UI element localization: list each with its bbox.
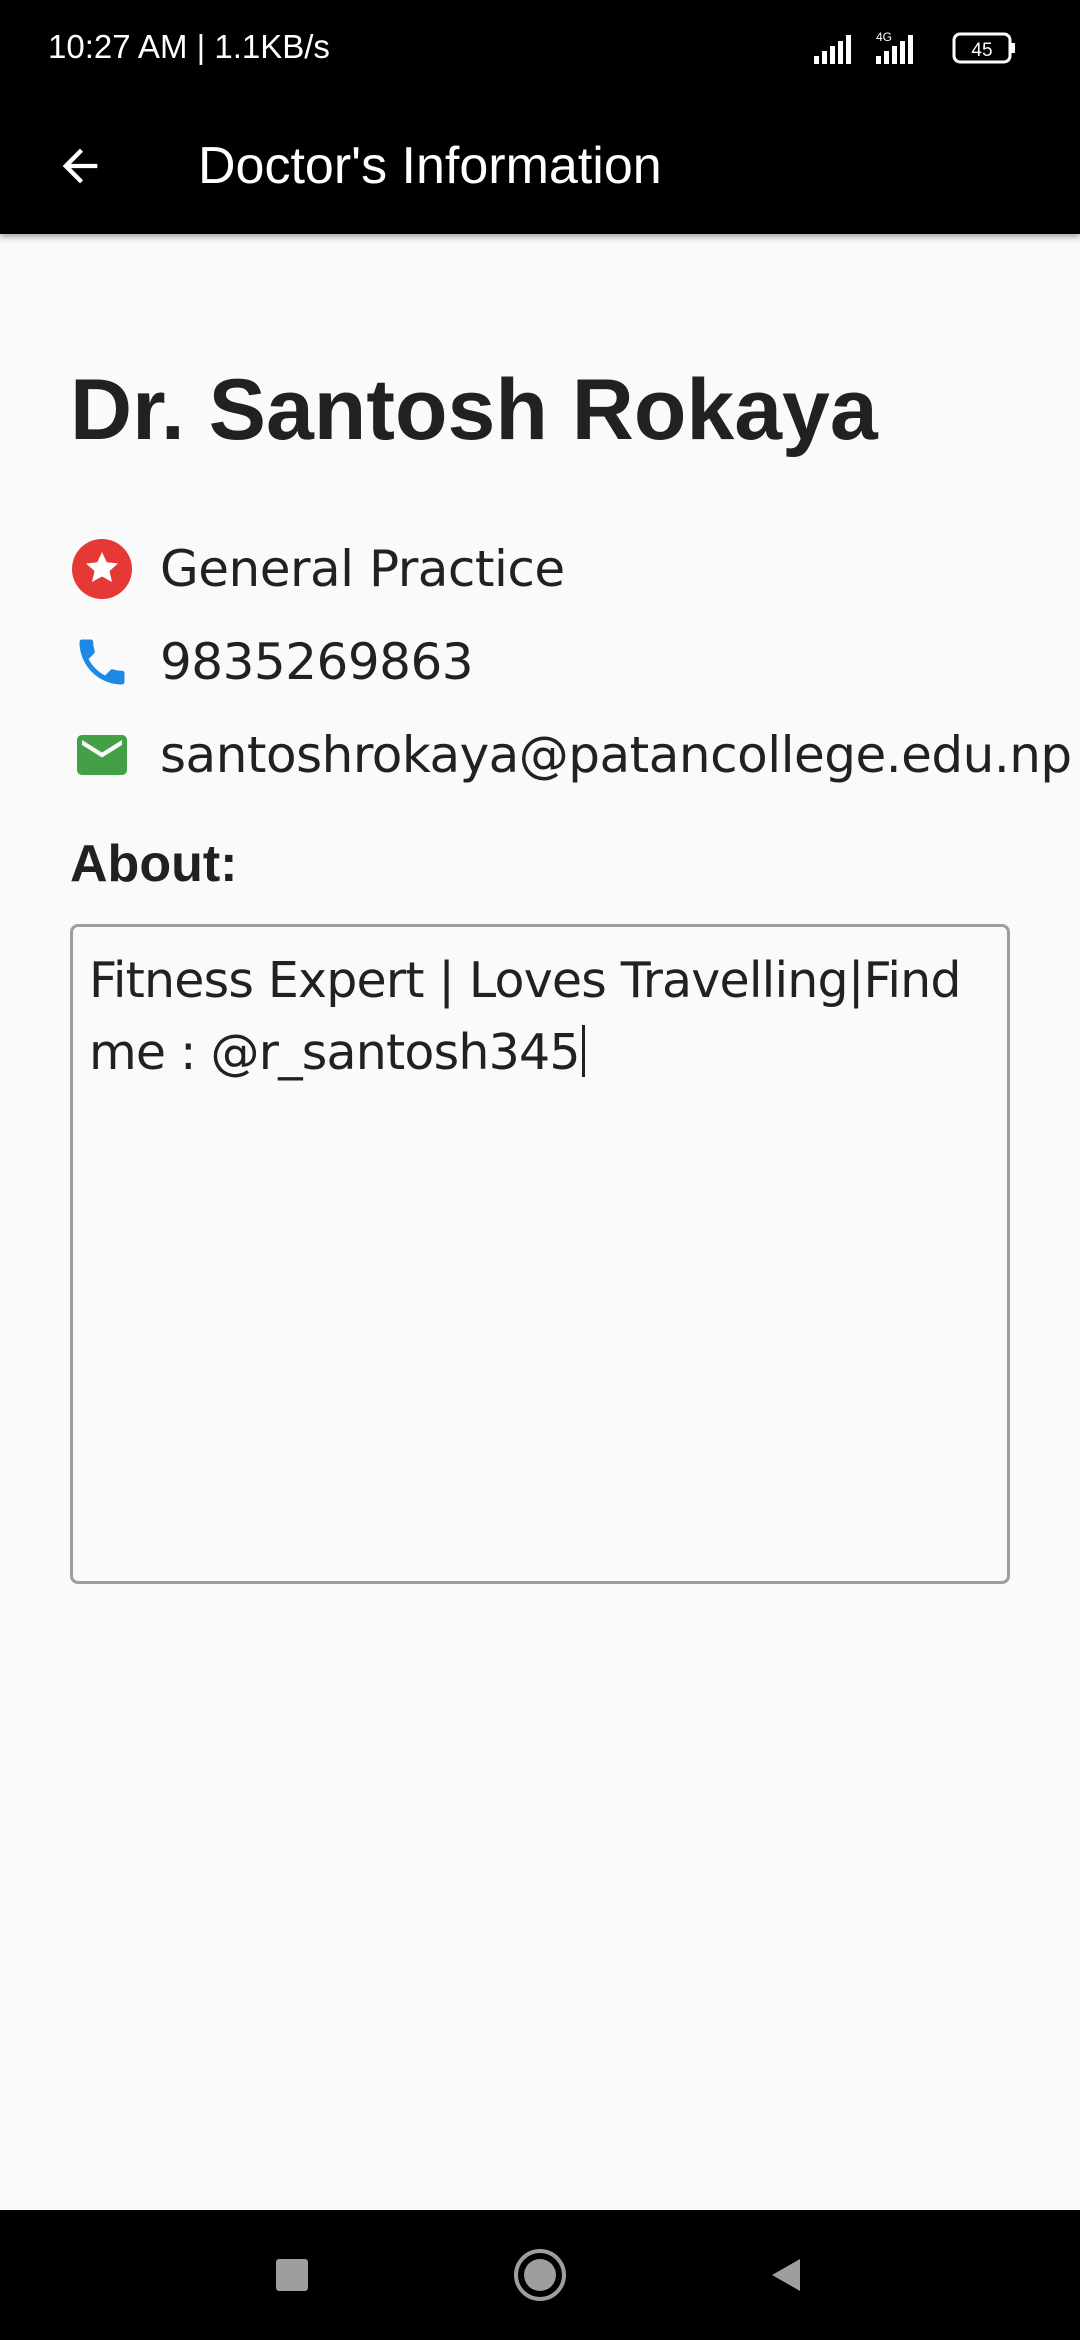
about-textarea[interactable]: Fitness Expert | Loves Travelling|Find m…	[70, 924, 1010, 1584]
specialty-row: General Practice	[70, 534, 565, 604]
signal-battery-icon: 4G 45	[814, 30, 1015, 64]
about-text: Fitness Expert | Loves Travelling|Find m…	[89, 952, 976, 1081]
phone-text[interactable]: 9835269863	[160, 633, 474, 691]
battery-level: 45	[971, 40, 992, 61]
arrow-left-icon	[62, 148, 98, 184]
app-bar: Doctor's Information	[0, 100, 1080, 234]
status-time: 10:27 AM | 1.1KB/s	[48, 28, 330, 65]
home-button[interactable]	[510, 2245, 570, 2305]
doctor-name: Dr. Santosh Rokaya	[70, 362, 878, 458]
status-icons: 4G 45	[814, 30, 1024, 70]
specialty-text: General Practice	[160, 540, 565, 598]
network-type-label: 4G	[876, 30, 892, 44]
home-circle-icon	[514, 2249, 566, 2301]
nav-back-button[interactable]	[756, 2245, 816, 2305]
back-triangle-icon	[772, 2259, 800, 2291]
text-cursor	[581, 1025, 585, 1077]
recents-square-icon	[276, 2259, 308, 2291]
page-title: Doctor's Information	[198, 137, 662, 195]
email-row: santoshrokaya@patancollege.edu.np	[70, 720, 1072, 790]
recents-button[interactable]	[262, 2245, 322, 2305]
system-nav-bar	[0, 2210, 1080, 2340]
status-bar: 10:27 AM | 1.1KB/s 4G 45	[0, 0, 1080, 100]
phone-row: 9835269863	[70, 627, 474, 697]
email-text[interactable]: santoshrokaya@patancollege.edu.np	[160, 726, 1072, 784]
phone-icon	[70, 630, 134, 694]
star-icon	[70, 537, 134, 601]
about-label: About:	[70, 835, 238, 893]
doctor-details: Dr. Santosh Rokaya General Practice 9835…	[0, 234, 1080, 2210]
email-icon	[70, 723, 134, 787]
back-button[interactable]	[40, 126, 120, 206]
